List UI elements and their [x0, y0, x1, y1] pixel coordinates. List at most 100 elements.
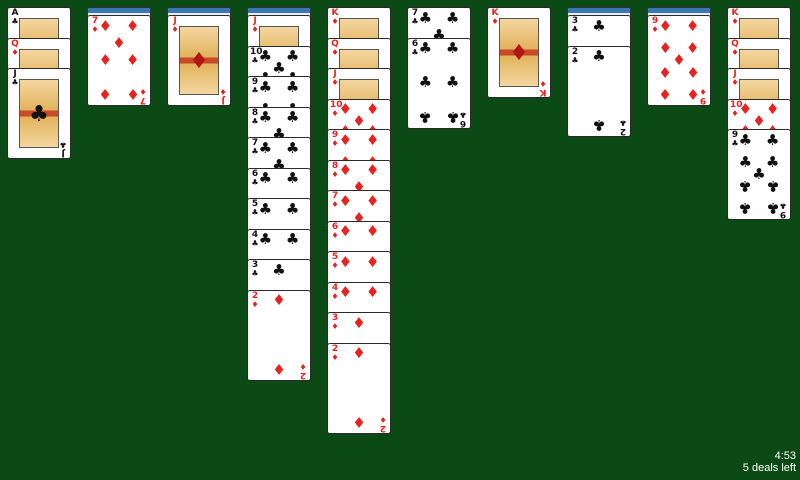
card-rank: J [61, 148, 65, 158]
game-timer: 4:53 [774, 450, 796, 462]
playing-card[interactable]: J ♣ J ♣ ♣ [7, 68, 71, 159]
diamond-pip-icon: ♦ [765, 100, 780, 119]
club-icon: ♣ [251, 269, 259, 278]
diamond-pip-icon: ♦ [365, 222, 380, 241]
diamond-icon: ♦ [299, 361, 307, 371]
playing-card[interactable]: 2 ♦ 2 ♦ ♦ ♦ [327, 342, 391, 434]
club-pip-icon: ♣ [445, 107, 460, 126]
card-index: K♦ [538, 79, 548, 97]
diamond-pip-icon: ♦ [658, 63, 673, 82]
diamond-pip-icon: ♦ [365, 161, 380, 180]
diamond-icon: ♦ [539, 79, 547, 88]
diamond-pip-icon: ♦ [98, 85, 113, 104]
club-pip-icon: ♣ [418, 107, 433, 126]
club-pip-icon: ♣ [285, 77, 300, 96]
diamond-pip-icon: ♦ [685, 16, 700, 35]
card-index: 3♣ [250, 261, 260, 278]
diamond-pip-icon: ♦ [352, 313, 366, 332]
diamond-pip-icon: ♦ [125, 16, 140, 35]
diamond-pip-icon: ♦ [125, 50, 140, 69]
club-pip-icon: ♣ [272, 260, 286, 279]
diamond-pip-icon: ♦ [365, 130, 380, 149]
club-pip-icon: ♣ [258, 138, 273, 157]
playing-card[interactable]: 6♣6♣♣♣♣♣♣♣ [407, 37, 471, 129]
club-pip-icon: ♣ [765, 152, 780, 171]
club-pip-icon: ♣ [738, 199, 753, 218]
court-card-illustration: ♦ [179, 26, 219, 95]
diamond-pip-icon: ♦ [338, 252, 353, 271]
playing-card[interactable]: K♦K♦♦ [487, 7, 551, 98]
diamond-pip-icon: ♦ [98, 16, 113, 35]
diamond-pip-icon: ♦ [685, 85, 700, 104]
club-pip-icon: ♣ [445, 73, 460, 91]
card-index: 2 ♦ [330, 344, 340, 362]
diamond-pip-icon: ♦ [352, 412, 366, 431]
tableau: A♣A♣♣Q♦Q♦♦J♣J♣♣7♦7♦♦♦♦♦♦♦♦J♦J♦♦J♦J♦♦10♣1… [0, 0, 800, 480]
diamond-pip-icon: ♦ [352, 344, 366, 363]
diamond-pip-icon: ♦ [685, 63, 700, 82]
club-icon: ♣ [571, 25, 579, 34]
club-pip-icon: ♣ [592, 115, 606, 134]
diamond-pip-icon: ♦ [112, 33, 126, 52]
diamond-pip-icon: ♦ [658, 16, 673, 35]
club-pip-icon: ♣ [765, 177, 780, 196]
court-card-illustration: ♦ [499, 18, 539, 87]
playing-card[interactable]: J♦J♦♦ [167, 15, 231, 106]
card-index: 2 ♣ [618, 117, 628, 136]
club-pip-icon: ♣ [258, 108, 273, 127]
card-rank: J [221, 95, 225, 105]
club-pip-icon: ♣ [738, 177, 753, 196]
deals-left-label[interactable]: 5 deals left [743, 462, 796, 474]
card-index: 2 ♦ [378, 414, 388, 433]
club-pip-icon: ♣ [418, 8, 433, 27]
diamond-pip-icon: ♦ [338, 161, 353, 180]
club-pip-icon: ♣ [258, 169, 273, 188]
diamond-pip-icon: ♦ [365, 252, 380, 271]
club-pip-icon: ♣ [418, 39, 433, 58]
club-pip-icon: ♣ [285, 169, 300, 188]
diamond-pip-icon: ♦ [365, 283, 380, 302]
diamond-pip-icon: ♦ [338, 283, 353, 302]
diamond-pip-icon: ♦ [272, 359, 286, 378]
club-icon: ♣ [59, 140, 67, 149]
diamond-pip-icon: ♦ [658, 85, 673, 104]
club-pip-icon: ♣ [418, 73, 433, 91]
card-index: 2 ♣ [570, 47, 580, 65]
playing-card[interactable]: 9♦9♦♦♦♦♦♦♦♦♦♦ [647, 15, 711, 106]
playing-card[interactable]: 2 ♣ 2 ♣ ♣ ♣ [567, 45, 631, 137]
club-pip-icon: ♣ [285, 199, 300, 218]
club-pip-icon: ♣ [765, 130, 780, 149]
club-icon: ♣ [619, 117, 627, 127]
club-pip-icon: ♣ [258, 230, 273, 249]
card-index: 3♦ [330, 314, 340, 331]
club-pip-icon: ♣ [738, 130, 753, 149]
club-pip-icon: ♣ [445, 39, 460, 58]
club-pip-icon: ♣ [765, 199, 780, 218]
playing-card[interactable]: 7♦7♦♦♦♦♦♦♦♦ [87, 15, 151, 106]
diamond-pip-icon: ♦ [98, 50, 113, 69]
card-index: 2 ♦ [250, 291, 260, 309]
diamond-pip-icon: ♦ [125, 85, 140, 104]
card-index: J♦ [218, 87, 228, 105]
diamond-pip-icon: ♦ [272, 291, 286, 310]
diamond-icon: ♦ [331, 322, 339, 331]
diamond-pip-icon: ♦ [338, 222, 353, 241]
club-pip-icon: ♣ [285, 230, 300, 249]
playing-card[interactable]: 2 ♦ 2 ♦ ♦ ♦ [247, 289, 311, 381]
club-pip-icon: ♣ [285, 138, 300, 157]
diamond-pip-icon: ♦ [338, 130, 353, 149]
diamond-pip-icon: ♦ [338, 191, 353, 210]
club-pip-icon: ♣ [285, 108, 300, 127]
playing-card[interactable]: 9♣9♣♣♣♣♣♣♣♣♣♣ [727, 129, 791, 220]
court-card-illustration: ♣ [19, 79, 59, 148]
club-pip-icon: ♣ [285, 47, 300, 66]
card-index: J ♣ [58, 140, 68, 158]
diamond-icon: ♦ [251, 299, 259, 309]
status-panel: 4:53 5 deals left [743, 450, 796, 474]
card-rank: K [539, 87, 547, 97]
diamond-icon: ♦ [379, 414, 387, 424]
diamond-pip-icon: ♦ [365, 191, 380, 210]
diamond-pip-icon: ♦ [365, 100, 380, 119]
club-pip-icon: ♣ [258, 77, 273, 96]
diamond-pip-icon: ♦ [685, 38, 700, 57]
